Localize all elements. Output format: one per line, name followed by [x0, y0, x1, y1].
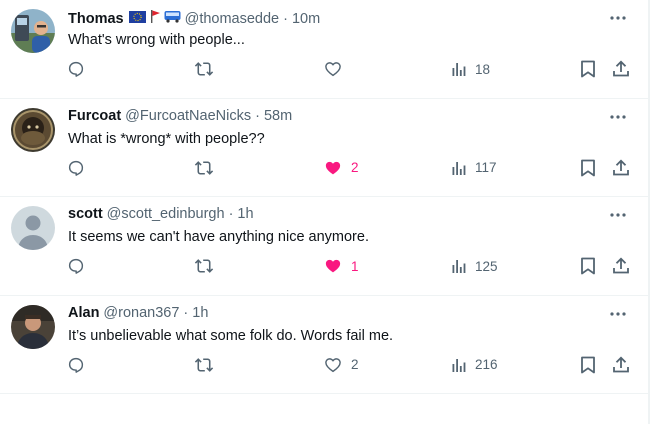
avatar[interactable] — [11, 304, 55, 349]
tweet[interactable]: Furcoat @FurcoatNaeNicks · 58m What is *… — [0, 99, 650, 197]
like-icon — [325, 62, 341, 77]
views-icon — [452, 161, 466, 175]
more-icon — [610, 213, 626, 217]
bus-icon — [164, 10, 181, 27]
share-icon — [613, 356, 629, 372]
like-count: 2 — [351, 160, 359, 175]
handle[interactable]: @scott_edinburgh — [107, 206, 225, 222]
retweet-button[interactable] — [194, 58, 214, 80]
more-icon — [610, 311, 626, 316]
share-button[interactable] — [612, 354, 630, 376]
tweet-text: It seems we can't have anything nice any… — [68, 229, 369, 245]
separator: · — [255, 107, 260, 124]
reply-icon — [68, 61, 84, 77]
more-button[interactable] — [608, 304, 628, 324]
like-button[interactable] — [324, 58, 351, 80]
avatar[interactable] — [11, 206, 55, 250]
reply-button[interactable] — [67, 58, 85, 80]
share-button[interactable] — [612, 157, 630, 179]
reply-icon — [68, 357, 84, 373]
share-button[interactable] — [612, 58, 630, 80]
timestamp[interactable]: 58m — [264, 108, 292, 124]
tweet[interactable]: Alan @ronan367 · 1h It’s unbelievable wh… — [0, 296, 650, 394]
retweet-icon — [194, 357, 214, 372]
like-button[interactable]: 1 — [324, 255, 359, 277]
tweet-text: What is *wrong* with people?? — [68, 130, 265, 147]
bookmark-button[interactable] — [580, 255, 596, 277]
timestamp[interactable]: 10m — [292, 11, 320, 27]
views-button[interactable]: 117 — [452, 157, 497, 179]
more-icon — [610, 16, 626, 20]
view-count: 117 — [475, 160, 497, 175]
views-button[interactable]: 18 — [452, 58, 490, 80]
avatar[interactable] — [11, 107, 55, 152]
separator: · — [228, 206, 234, 222]
share-icon — [613, 60, 629, 77]
view-count: 18 — [475, 61, 491, 77]
timestamp[interactable]: 1h — [192, 305, 208, 321]
share-button[interactable] — [612, 255, 630, 277]
separator: · — [183, 304, 189, 321]
like-icon — [325, 161, 341, 174]
display-name[interactable]: Thomas — [68, 11, 124, 27]
bookmark-icon — [581, 159, 595, 176]
separator: · — [283, 10, 288, 27]
more-button[interactable] — [608, 8, 628, 28]
reply-button[interactable] — [67, 157, 85, 179]
handle[interactable]: @thomasedde — [185, 11, 280, 27]
view-count: 125 — [475, 258, 498, 274]
tweet[interactable]: scott @scott_edinburgh · 1h It seems we … — [0, 197, 650, 296]
avatar[interactable] — [11, 9, 55, 53]
like-button[interactable]: 2 — [324, 157, 359, 179]
like-icon — [325, 259, 341, 273]
red-flag-icon — [149, 9, 161, 28]
handle[interactable]: @ronan367 — [103, 305, 179, 321]
retweet-icon — [194, 62, 214, 76]
handle[interactable]: @FurcoatNaeNicks — [125, 108, 251, 124]
views-button[interactable]: 216 — [452, 354, 498, 376]
display-name[interactable]: scott — [68, 206, 103, 222]
views-icon — [452, 358, 466, 372]
retweet-icon — [194, 259, 214, 273]
display-name[interactable]: Alan — [68, 305, 99, 321]
like-count: 1 — [351, 258, 359, 274]
like-icon — [325, 357, 341, 372]
bookmark-icon — [581, 356, 595, 373]
reply-icon — [68, 258, 84, 274]
retweet-icon — [194, 160, 214, 175]
like-button[interactable]: 2 — [324, 354, 359, 376]
more-button[interactable] — [608, 205, 628, 225]
views-icon — [452, 260, 466, 273]
views-icon — [452, 63, 466, 76]
bookmark-icon — [581, 257, 595, 275]
reply-icon — [68, 160, 84, 176]
reply-button[interactable] — [67, 354, 85, 376]
retweet-button[interactable] — [194, 255, 214, 277]
views-button[interactable]: 125 — [452, 255, 498, 277]
retweet-button[interactable] — [194, 354, 214, 376]
display-name[interactable]: Furcoat — [68, 108, 121, 124]
tweet-text: It’s unbelievable what some folk do. Wor… — [68, 327, 394, 344]
bookmark-icon — [581, 60, 595, 78]
bookmark-button[interactable] — [580, 157, 596, 179]
more-icon — [610, 114, 626, 119]
tweet[interactable]: Thomas @thomasedde · 10m What's wrong wi… — [0, 0, 650, 99]
bookmark-button[interactable] — [580, 354, 596, 376]
more-button[interactable] — [608, 107, 628, 127]
like-count: 2 — [351, 357, 359, 372]
timestamp[interactable]: 1h — [237, 206, 253, 222]
retweet-button[interactable] — [194, 157, 214, 179]
share-icon — [613, 159, 629, 175]
tweet-text: What's wrong with people... — [68, 32, 245, 48]
share-icon — [613, 257, 629, 274]
view-count: 216 — [475, 357, 498, 372]
bookmark-button[interactable] — [580, 58, 596, 80]
reply-button[interactable] — [67, 255, 85, 277]
eu-flag-icon — [128, 10, 146, 27]
